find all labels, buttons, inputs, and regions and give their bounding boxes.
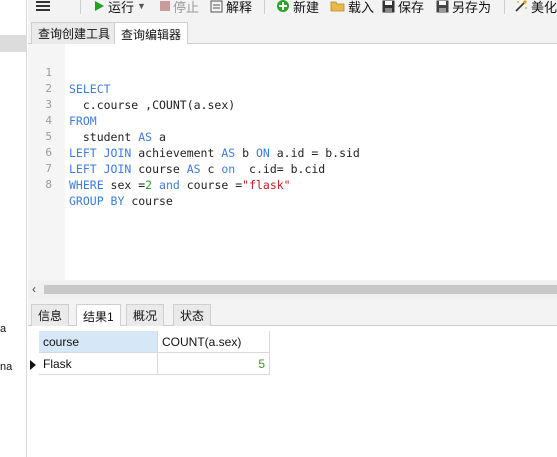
explain-label: 解释: [226, 0, 253, 15]
sidebar-fragment-na: na: [0, 361, 13, 373]
tab-label: 概况: [133, 309, 158, 323]
code-line: 7 WHERE sex =2 and course ="flask": [28, 145, 290, 192]
code-line: 1 SELECT: [28, 49, 110, 96]
code-text: SELECT: [69, 82, 111, 96]
code-text: LEFT JOIN course AS c on c.id= b.cid: [69, 162, 326, 176]
hamburger-icon: [36, 1, 50, 11]
tab-query-editor[interactable]: 查询编辑器: [114, 22, 189, 45]
column-header-course[interactable]: course: [39, 331, 158, 353]
row-header[interactable]: [28, 353, 39, 375]
new-plus-icon: [277, 0, 289, 12]
editor-tab-bar: 查询创建工具 查询编辑器: [28, 20, 557, 45]
row-header: [28, 331, 39, 353]
beautify-label: 美化: [531, 0, 557, 15]
table-cell[interactable]: Flask: [39, 353, 158, 375]
play-icon: [95, 1, 104, 11]
code-line: 2 c.course ,COUNT(a.sex): [28, 65, 235, 112]
magic-wand-icon: [515, 0, 527, 12]
load-button[interactable]: 载入: [330, 0, 374, 15]
code-line: 3 FROM: [28, 81, 96, 128]
explain-button[interactable]: 解释: [210, 0, 252, 15]
editor-horizontal-scrollbar[interactable]: ‹: [28, 281, 557, 298]
explain-icon: [210, 0, 223, 12]
result-tab-bar: 信息 结果1 概况 状态: [28, 302, 557, 327]
tab-label: 信息: [38, 309, 63, 323]
tab-profile[interactable]: 概况: [126, 304, 165, 326]
line-number: 8: [45, 178, 52, 191]
cell-value: 5: [258, 356, 265, 371]
folder-icon: [330, 1, 345, 12]
code-text: GROUP BY course: [69, 194, 173, 208]
code-line: 4 student AS a: [28, 97, 166, 144]
column-header-label: COUNT(a.sex): [162, 334, 242, 349]
toolbar-divider: [264, 0, 265, 14]
code-text: WHERE sex =2 and course ="flask": [69, 178, 291, 192]
tab-info[interactable]: 信息: [31, 304, 70, 326]
new-label: 新建: [293, 0, 320, 15]
sidebar-fragment-a: a: [0, 323, 7, 335]
code-text: FROM: [69, 114, 97, 128]
toolbar-divider: [80, 0, 81, 14]
save-as-button[interactable]: 另存为: [436, 0, 491, 15]
tab-label: 查询创建工具: [38, 27, 111, 41]
beautify-button[interactable]: 美化: [514, 0, 557, 15]
query-window: 运行 ▼ 停止 解释 新建 载入 保存 另存为 美化 查询创建工具 查询编辑器 …: [28, 0, 557, 457]
sql-editor[interactable]: 1 SELECT 2 c.course ,COUNT(a.sex) 3 FROM…: [28, 44, 557, 280]
column-header-label: course: [43, 334, 80, 349]
run-label: 运行: [108, 0, 135, 15]
selected-tree-item[interactable]: [0, 35, 27, 52]
tab-query-builder[interactable]: 查询创建工具: [31, 22, 118, 44]
column-header-count[interactable]: COUNT(a.sex): [158, 331, 270, 353]
menu-button[interactable]: [36, 0, 50, 15]
code-text: c.course ,COUNT(a.sex): [69, 98, 236, 112]
chevron-down-icon[interactable]: ▼: [137, 1, 146, 11]
result-grid-panel: course COUNT(a.sex) Flask 5: [28, 326, 557, 457]
tab-status[interactable]: 状态: [173, 304, 212, 326]
floppy-disk-icon: [382, 0, 395, 12]
code-text: student AS a: [69, 130, 166, 144]
tab-label: 结果1: [83, 309, 114, 324]
stop-label: 停止: [173, 0, 200, 15]
tab-label: 查询编辑器: [121, 27, 182, 42]
save-as-label: 另存为: [452, 0, 492, 15]
save-as-icon: [436, 0, 449, 12]
code-line: 5 LEFT JOIN achievement AS b ON a.id = b…: [28, 113, 359, 160]
tab-label: 状态: [180, 309, 205, 323]
stop-icon: [160, 1, 170, 11]
table-cell[interactable]: 5: [158, 353, 270, 375]
current-row-arrow-icon: [30, 360, 36, 370]
cell-value: Flask: [43, 356, 72, 371]
load-label: 载入: [348, 0, 375, 15]
toolbar-divider: [504, 0, 505, 14]
save-label: 保存: [398, 0, 425, 15]
code-text: LEFT JOIN achievement AS b ON a.id = b.s…: [69, 146, 360, 160]
new-button[interactable]: 新建: [276, 0, 319, 15]
scrollbar-thumb[interactable]: [44, 285, 557, 294]
scroll-left-icon[interactable]: ‹: [32, 282, 36, 296]
tab-result-1[interactable]: 结果1: [76, 304, 121, 327]
code-line: 8 GROUP BY course: [28, 161, 172, 208]
run-button[interactable]: 运行 ▼: [94, 0, 146, 15]
query-toolbar: 运行 ▼ 停止 解释 新建 载入 保存 另存为 美化: [28, 0, 557, 18]
object-tree-sidebar[interactable]: a na: [0, 0, 27, 457]
code-line: 6 LEFT JOIN course AS c on c.id= b.cid: [28, 129, 325, 176]
save-button[interactable]: 保存: [382, 0, 424, 15]
stop-button[interactable]: 停止: [160, 0, 199, 15]
